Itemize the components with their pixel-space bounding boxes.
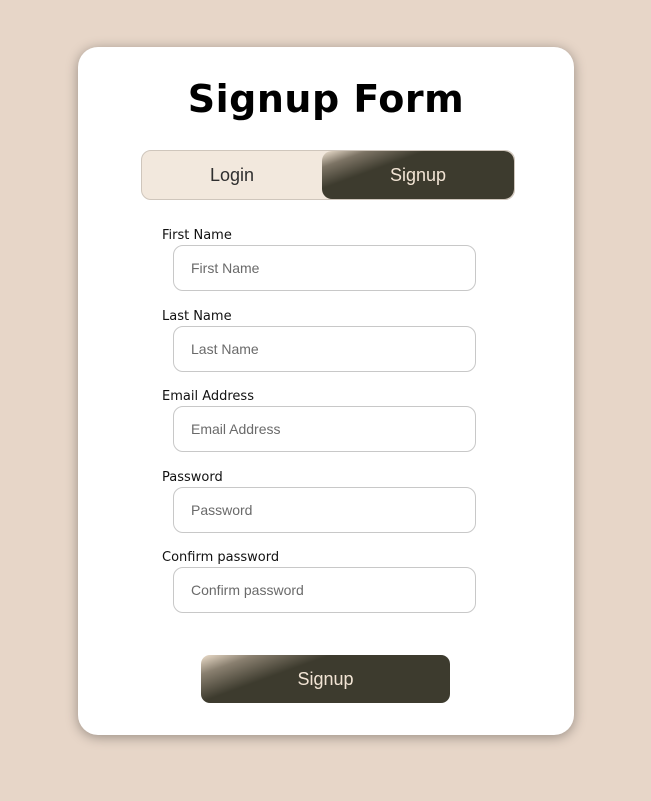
last-name-label: Last Name — [162, 309, 232, 324]
signup-card: Signup Form Login Signup First Name Last… — [78, 47, 574, 735]
password-input[interactable] — [173, 487, 476, 533]
tab-signup[interactable]: Signup — [322, 151, 514, 199]
confirm-password-label: Confirm password — [162, 550, 280, 565]
first-name-input[interactable] — [173, 245, 476, 291]
tab-login[interactable]: Login — [142, 151, 322, 199]
password-label: Password — [162, 470, 223, 485]
confirm-password-input[interactable] — [173, 567, 476, 613]
email-address-input[interactable] — [173, 406, 476, 452]
page-title: Signup Form — [187, 77, 465, 121]
signup-submit-button[interactable]: Signup — [201, 655, 450, 703]
first-name-label: First Name — [162, 228, 232, 243]
last-name-input[interactable] — [173, 326, 476, 372]
login-signup-toggle: Login Signup — [141, 150, 515, 200]
email-address-label: Email Address — [162, 389, 254, 404]
